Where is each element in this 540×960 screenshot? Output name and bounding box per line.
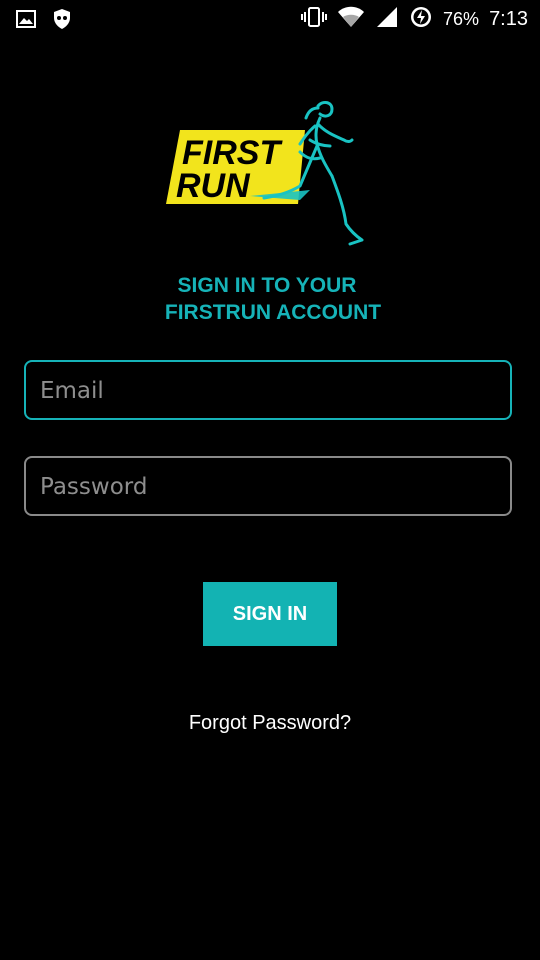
heading-line-1: SIGN IN TO YOUR — [177, 274, 357, 297]
email-input[interactable] — [38, 362, 502, 420]
signal-icon — [375, 6, 399, 32]
wifi-icon — [337, 6, 365, 32]
shield-icon — [52, 8, 72, 34]
firstrun-logo: FIRST RUN — [160, 96, 380, 256]
logo-text-run: RUN — [176, 167, 251, 205]
sign-in-button[interactable]: SIGN IN — [203, 582, 337, 646]
battery-charging-icon — [409, 5, 433, 33]
email-field-container[interactable] — [24, 360, 512, 420]
clock: 7:13 — [489, 7, 528, 30]
password-input[interactable] — [38, 458, 502, 516]
sign-in-heading: SIGN IN TO YOUR FIRSTRUN ACCOUNT — [0, 272, 540, 326]
image-icon — [16, 9, 36, 33]
battery-percentage: 76% — [443, 8, 480, 29]
forgot-password-link[interactable]: Forgot Password? — [0, 712, 540, 735]
status-bar: 76% 7:13 — [0, 0, 540, 38]
heading-line-2: FIRSTRUN ACCOUNT — [164, 301, 382, 324]
password-field-container[interactable] — [24, 456, 512, 516]
vibrate-icon — [301, 6, 328, 32]
